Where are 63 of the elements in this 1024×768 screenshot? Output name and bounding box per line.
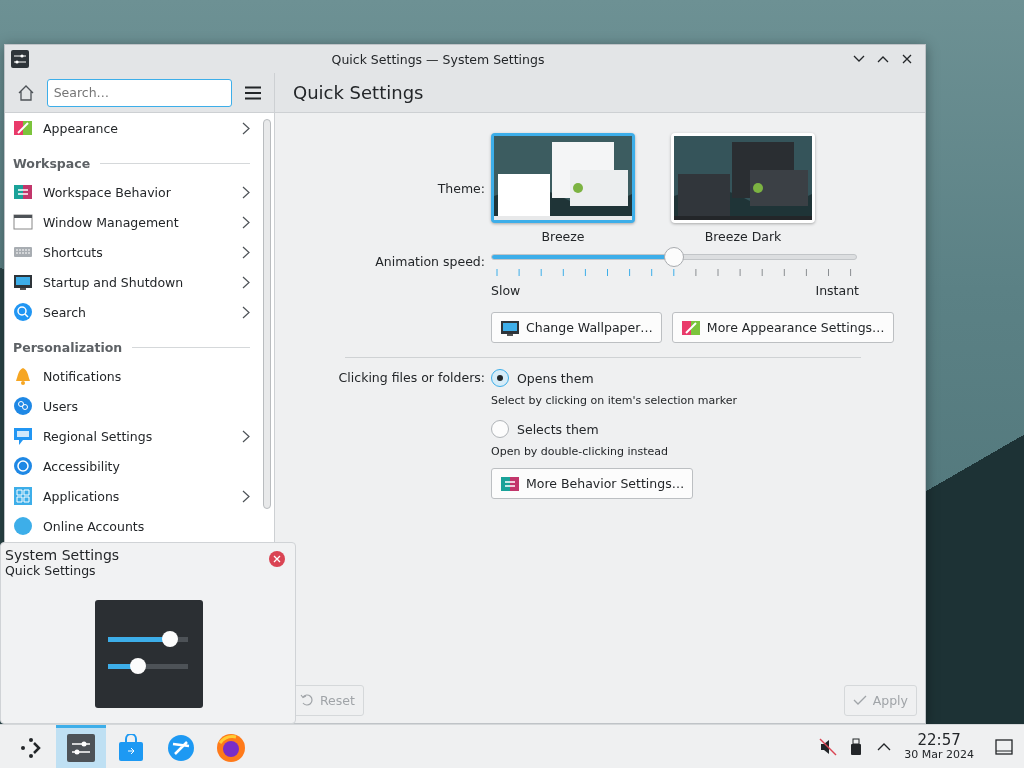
sidebar-item[interactable]: Startup and Shutdown bbox=[5, 267, 260, 297]
change-wallpaper-button[interactable]: Change Wallpaper… bbox=[491, 312, 662, 343]
sidebar-item[interactable]: Regional Settings bbox=[5, 421, 260, 451]
slider-track[interactable] bbox=[491, 247, 857, 267]
browser-icon bbox=[216, 733, 246, 763]
radio-button[interactable] bbox=[491, 369, 509, 387]
sliders-icon bbox=[11, 50, 29, 68]
notification-title: System Settings bbox=[5, 547, 121, 563]
page-title: Quick Settings bbox=[293, 82, 424, 103]
field-label: Clicking files or folders: bbox=[337, 370, 485, 387]
slider-min-label: Slow bbox=[491, 283, 521, 298]
behavior-settings-button[interactable]: More Behavior Settings… bbox=[491, 468, 694, 499]
clock-time[interactable]: 22:57 bbox=[917, 732, 961, 749]
search-field[interactable]: Search… bbox=[46, 78, 233, 107]
sidebar-item[interactable]: Users bbox=[5, 391, 260, 421]
sidebar-item[interactable]: Workspace Behavior bbox=[5, 177, 260, 207]
speech-bubble-icon bbox=[13, 426, 33, 446]
sidebar-item[interactable]: Appearance bbox=[5, 113, 260, 143]
radio-label[interactable]: Selects them bbox=[517, 421, 599, 437]
undo-icon bbox=[300, 693, 314, 707]
field-label: Theme: bbox=[436, 181, 485, 196]
sliders-icon bbox=[94, 599, 204, 709]
sidebar-item[interactable]: Notifications bbox=[5, 361, 260, 391]
magnifier-icon bbox=[13, 302, 33, 322]
theme-name: Breeze bbox=[541, 229, 585, 244]
grid-icon bbox=[13, 486, 33, 506]
menu-icon[interactable] bbox=[244, 85, 263, 100]
section-heading: Workspace bbox=[13, 155, 91, 171]
minimize-icon[interactable] bbox=[853, 55, 865, 63]
palette-icon bbox=[13, 118, 33, 138]
users-icon bbox=[13, 396, 33, 416]
slider-thumb[interactable] bbox=[664, 247, 684, 267]
maximize-icon[interactable] bbox=[877, 55, 889, 63]
radio-label[interactable]: Opens them bbox=[517, 370, 594, 386]
toggles-icon bbox=[13, 182, 33, 202]
shopping-bag-icon bbox=[118, 734, 144, 762]
sidebar-item[interactable]: Search bbox=[5, 297, 260, 327]
field-label: Animation speed: bbox=[374, 254, 485, 271]
sidebar-item[interactable]: Shortcuts bbox=[5, 237, 260, 267]
home-icon[interactable] bbox=[16, 83, 35, 102]
monitor-icon bbox=[13, 272, 33, 292]
sliders-icon bbox=[67, 734, 95, 762]
slider-max-label: Instant bbox=[815, 283, 859, 298]
sidebar-item[interactable]: Window Management bbox=[5, 207, 260, 237]
hint-text: Open by double-clicking instead bbox=[491, 445, 669, 458]
checkmark-icon bbox=[852, 693, 867, 707]
section-heading: Personalization bbox=[13, 339, 123, 355]
clock-date[interactable]: 30 Mar 2024 bbox=[904, 748, 974, 761]
bell-icon bbox=[13, 366, 33, 386]
sidebar-item[interactable]: Applications bbox=[5, 481, 260, 511]
sidebar-item[interactable]: Accessibility bbox=[5, 451, 260, 481]
launcher-icon bbox=[19, 736, 43, 760]
hint-text: Select by clicking on item's selection marker bbox=[491, 394, 738, 407]
close-icon[interactable] bbox=[902, 54, 912, 64]
window-title: Quick Settings — System Settings bbox=[330, 51, 546, 67]
window-icon bbox=[13, 212, 33, 232]
taskbar-app[interactable] bbox=[56, 724, 106, 768]
scrollbar[interactable] bbox=[263, 119, 271, 509]
theme-name: Breeze Dark bbox=[704, 229, 782, 244]
radio-button[interactable] bbox=[491, 420, 509, 438]
appearance-settings-button[interactable]: More Appearance Settings… bbox=[671, 312, 894, 343]
notification-body: Quick Settings bbox=[5, 563, 97, 578]
sidebar-item[interactable]: Online Accounts bbox=[5, 511, 260, 541]
